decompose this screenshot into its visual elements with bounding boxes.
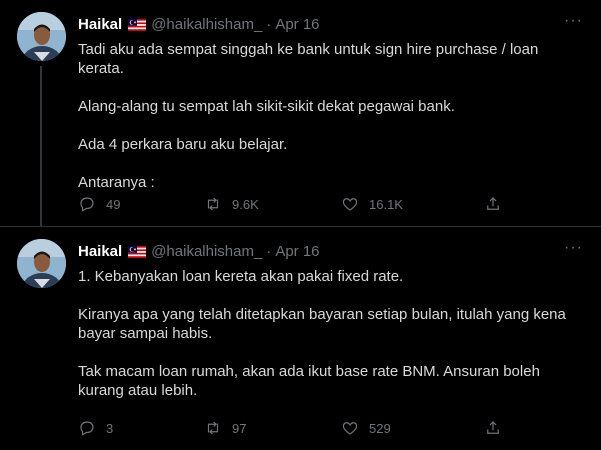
thread-connector-line [40, 66, 42, 226]
retweet-button[interactable]: 9.6K [204, 194, 259, 214]
retweet-count: 97 [232, 420, 247, 436]
tweet-paragraph: Alang-alang tu sempat lah sikit-sikit de… [78, 98, 455, 115]
reply-count: 49 [106, 196, 121, 212]
share-button[interactable] [484, 194, 502, 214]
like-count: 529 [369, 420, 391, 436]
reply-icon [80, 197, 94, 212]
tweet[interactable]: Haikal @haikalhisham_ · Apr 16 ··· Tadi … [0, 0, 601, 226]
tweet-header: Haikal @haikalhisham_ · Apr 16 [78, 241, 591, 261]
malaysia-flag-icon [128, 245, 147, 258]
tweet-paragraph: Tak macam loan rumah, akan ada ikut base… [78, 363, 540, 399]
avatar[interactable] [17, 239, 66, 288]
share-button[interactable] [484, 418, 502, 438]
tweet-text: 1. Kebanyakan loan kereta akan pakai fix… [78, 267, 588, 419]
tweet[interactable]: Haikal @haikalhisham_ · Apr 16 ··· 1. Ke… [0, 226, 601, 450]
author-handle[interactable]: @haikalhisham_ [151, 243, 262, 260]
tweet-actions: 49 9.6K 16.1K [78, 194, 508, 214]
author-name[interactable]: Haikal [78, 243, 122, 260]
tweet-paragraph: Antaranya : [78, 174, 155, 191]
reply-count: 3 [106, 420, 114, 436]
share-icon [487, 197, 499, 210]
more-options-icon[interactable]: ··· [564, 240, 583, 256]
tweet-actions: 3 97 529 [78, 418, 508, 438]
tweet-date[interactable]: Apr 16 [275, 16, 319, 33]
tweet-paragraph: Tadi aku ada sempat singgah ke bank untu… [78, 41, 539, 77]
like-count: 16.1K [369, 196, 403, 212]
heart-icon [342, 198, 358, 211]
reply-icon [80, 421, 94, 436]
like-button[interactable]: 16.1K [341, 194, 403, 214]
separator-dot: · [266, 15, 272, 33]
author-handle[interactable]: @haikalhisham_ [151, 16, 262, 33]
share-icon [487, 421, 499, 434]
malaysia-flag-icon [128, 18, 147, 31]
retweet-icon [207, 197, 219, 211]
tweet-date[interactable]: Apr 16 [275, 243, 319, 260]
retweet-count: 9.6K [232, 196, 259, 212]
more-options-icon[interactable]: ··· [564, 13, 583, 29]
reply-button[interactable]: 49 [78, 194, 120, 214]
tweet-paragraph: 1. Kebanyakan loan kereta akan pakai fix… [78, 268, 404, 285]
tweet-paragraph: Ada 4 perkara baru aku belajar. [78, 136, 288, 153]
tweet-paragraph: Kiranya apa yang telah ditetapkan bayara… [78, 306, 566, 342]
retweet-button[interactable]: 97 [204, 418, 246, 438]
retweet-icon [207, 421, 219, 435]
author-name[interactable]: Haikal [78, 16, 122, 33]
heart-icon [342, 422, 358, 435]
avatar[interactable] [17, 12, 66, 61]
reply-button[interactable]: 3 [78, 418, 113, 438]
tweet-text: Tadi aku ada sempat singgah ke bank untu… [78, 40, 588, 211]
tweet-header: Haikal @haikalhisham_ · Apr 16 [78, 14, 591, 34]
like-button[interactable]: 529 [341, 418, 391, 438]
separator-dot: · [266, 242, 272, 260]
